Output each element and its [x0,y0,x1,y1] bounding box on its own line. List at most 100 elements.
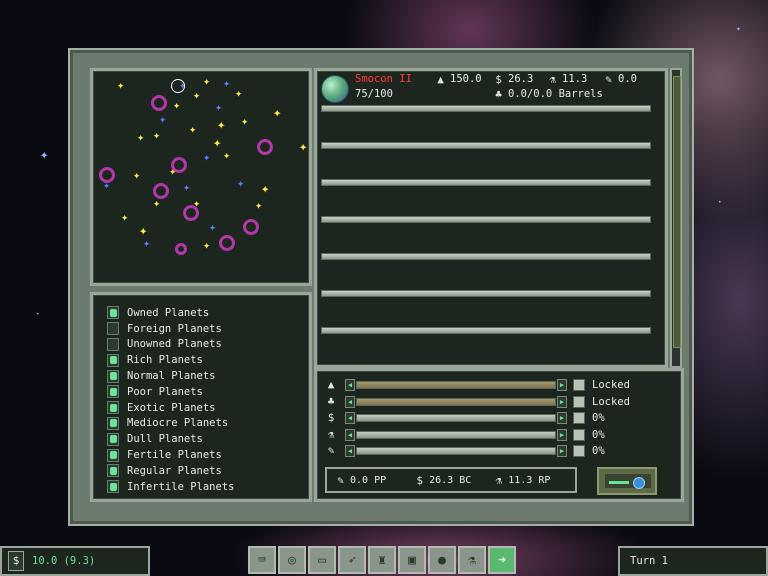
increase-button[interactable]: ▶ [557,412,567,424]
selection-cursor [171,79,185,93]
lock-icon[interactable] [573,428,585,441]
galaxy-minimap[interactable]: ✦ ✦ ✦ ✦ ✦ ✦ ✦ ✦ ✦ ✦ ✦ ✦ ✦ ✦ ✦ ✦ ✦ ✦ ✦ ✦ … [90,68,312,286]
money-value: 26.3 [508,73,534,85]
decrease-button[interactable]: ◀ [345,412,355,424]
slider-value: Locked [592,379,630,391]
barrel-icon: ♣ [327,394,335,408]
filter-item[interactable]: Infertile Planets [107,479,234,495]
turn-label: Turn 1 [630,555,668,567]
allocation-slider[interactable]: ✎ ◀ ▶ 0% [325,445,680,457]
bc-summary: $ 26.3 BC [414,475,471,486]
increase-button[interactable]: ▶ [557,428,567,441]
lock-icon[interactable] [573,395,585,408]
filter-checkbox[interactable] [107,448,119,462]
ship-stat: ✎ 0.0 [603,73,637,85]
planet-list-row[interactable] [321,105,651,112]
planet-globe-icon [321,75,349,103]
filter-item[interactable]: Normal Planets [107,368,234,384]
planet-header[interactable]: Smocon II 75/100 ▲ 150.0 $ 26.3 ⚗ 11.3 ✎… [317,71,665,105]
slider-track[interactable] [356,430,556,439]
ship-value: 0.0 [618,73,637,85]
allocation-slider[interactable]: ▲ ◀ ▶ Locked [325,379,680,391]
research-icon[interactable]: ⚗ [458,546,486,574]
goto-planet-button[interactable] [597,467,657,495]
filter-item[interactable]: Exotic Planets [107,400,234,416]
allocation-slider[interactable]: $ ◀ ▶ 0% [325,412,680,424]
increase-button[interactable]: ▶ [557,395,567,408]
background-star: • [718,199,722,206]
planets-icon[interactable]: ● [428,546,456,574]
filter-checkbox[interactable] [107,385,119,399]
filter-item[interactable]: Regular Planets [107,463,234,479]
slider-track[interactable] [356,397,556,406]
increase-button[interactable]: ▶ [557,379,567,391]
ships-icon[interactable]: ▭ [308,546,336,574]
slider-track[interactable] [356,381,556,389]
planet-list-row[interactable] [321,179,651,186]
output-summary: ✎ 0.0 PP $ 26.3 BC ⚗ 11.3 RP [325,467,577,493]
gamepad-icon[interactable]: ⌨ [248,546,276,574]
planet-manager-window: ✦ ✦ ✦ ✦ ✦ ✦ ✦ ✦ ✦ ✦ ✦ ✦ ✦ ✦ ✦ ✦ ✦ ✦ ✦ ✦ … [68,48,694,526]
next-arrow-icon[interactable]: ➜ [488,546,516,574]
filter-item[interactable]: Poor Planets [107,384,234,400]
filter-item[interactable]: Foreign Planets [107,321,234,337]
research-icon: ⚗ [495,473,503,487]
slider-track[interactable] [356,414,556,422]
dollar-icon: $ [327,411,335,424]
filter-checkbox[interactable] [107,464,119,478]
filter-item[interactable]: Fertile Planets [107,447,234,463]
filter-checkbox[interactable] [107,322,119,336]
filter-checkbox[interactable] [107,337,119,351]
research-value: 11.3 [562,73,588,85]
filter-label: Rich Planets [127,354,203,367]
filter-checkbox[interactable] [107,306,119,320]
background-star: • [36,311,40,318]
decrease-button[interactable]: ◀ [345,428,355,441]
lock-icon[interactable] [573,412,585,424]
colony-icon[interactable]: ♜ [368,546,396,574]
filter-item[interactable]: Owned Planets [107,305,234,321]
planet-name: Smocon II [355,73,412,85]
allocation-slider[interactable]: ♣ ◀ ▶ Locked [325,394,680,408]
filter-item[interactable]: Unowned Planets [107,337,234,353]
filter-item[interactable]: Dull Planets [107,431,234,447]
filter-checkbox[interactable] [107,369,119,383]
decrease-button[interactable]: ◀ [345,445,355,457]
filter-checkbox[interactable] [107,416,119,430]
dollar-icon: $ [495,72,502,86]
filter-label: Normal Planets [127,370,216,383]
filter-checkbox[interactable] [107,401,119,415]
increase-button[interactable]: ▶ [557,445,567,457]
planet-list-row[interactable] [321,142,651,149]
filter-item[interactable]: Rich Planets [107,352,234,368]
main-toolbar: ⌨ ◎ ▭ ➶ ♜ ▣ ● ⚗ ➜ [248,546,518,576]
planet-list-scrollbar[interactable] [670,68,682,368]
planet-list-row[interactable] [321,216,651,223]
decrease-button[interactable]: ◀ [345,379,355,391]
lock-icon[interactable] [573,445,585,457]
fleet-icon[interactable]: ➶ [338,546,366,574]
computer-icon[interactable]: ▣ [398,546,426,574]
filter-checkbox[interactable] [107,432,119,446]
planet-list-row[interactable] [321,290,651,297]
galaxy-icon[interactable]: ◎ [278,546,306,574]
filter-label: Poor Planets [127,385,203,398]
planet-list-row[interactable] [321,327,651,334]
allocation-slider[interactable]: ⚗ ◀ ▶ 0% [325,428,680,441]
allocation-panel: ▲ ◀ ▶ Locked ♣ ◀ ▶ Locked $ ◀ ▶ 0% ⚗ ◀ ▶ 0% ✎ ◀ ▶ 0% ✎ 0.0 … [314,368,684,502]
lock-icon[interactable] [573,379,585,391]
filter-label: Dull Planets [127,433,203,446]
filter-item[interactable]: Mediocre Planets [107,416,234,432]
wrench-icon: ✎ [337,473,344,487]
filter-checkbox[interactable] [107,353,119,367]
filter-label: Infertile Planets [127,480,235,493]
planet-list-row[interactable] [321,253,651,260]
filter-label: Mediocre Planets [127,417,229,430]
background-star: ✦ [40,147,49,163]
scrollbar-thumb[interactable] [673,76,681,348]
pp-summary: ✎ 0.0 PP [335,475,386,486]
wrench-icon: ✎ [605,72,612,86]
decrease-button[interactable]: ◀ [345,395,355,408]
filter-checkbox[interactable] [107,480,119,494]
slider-track[interactable] [356,447,556,455]
